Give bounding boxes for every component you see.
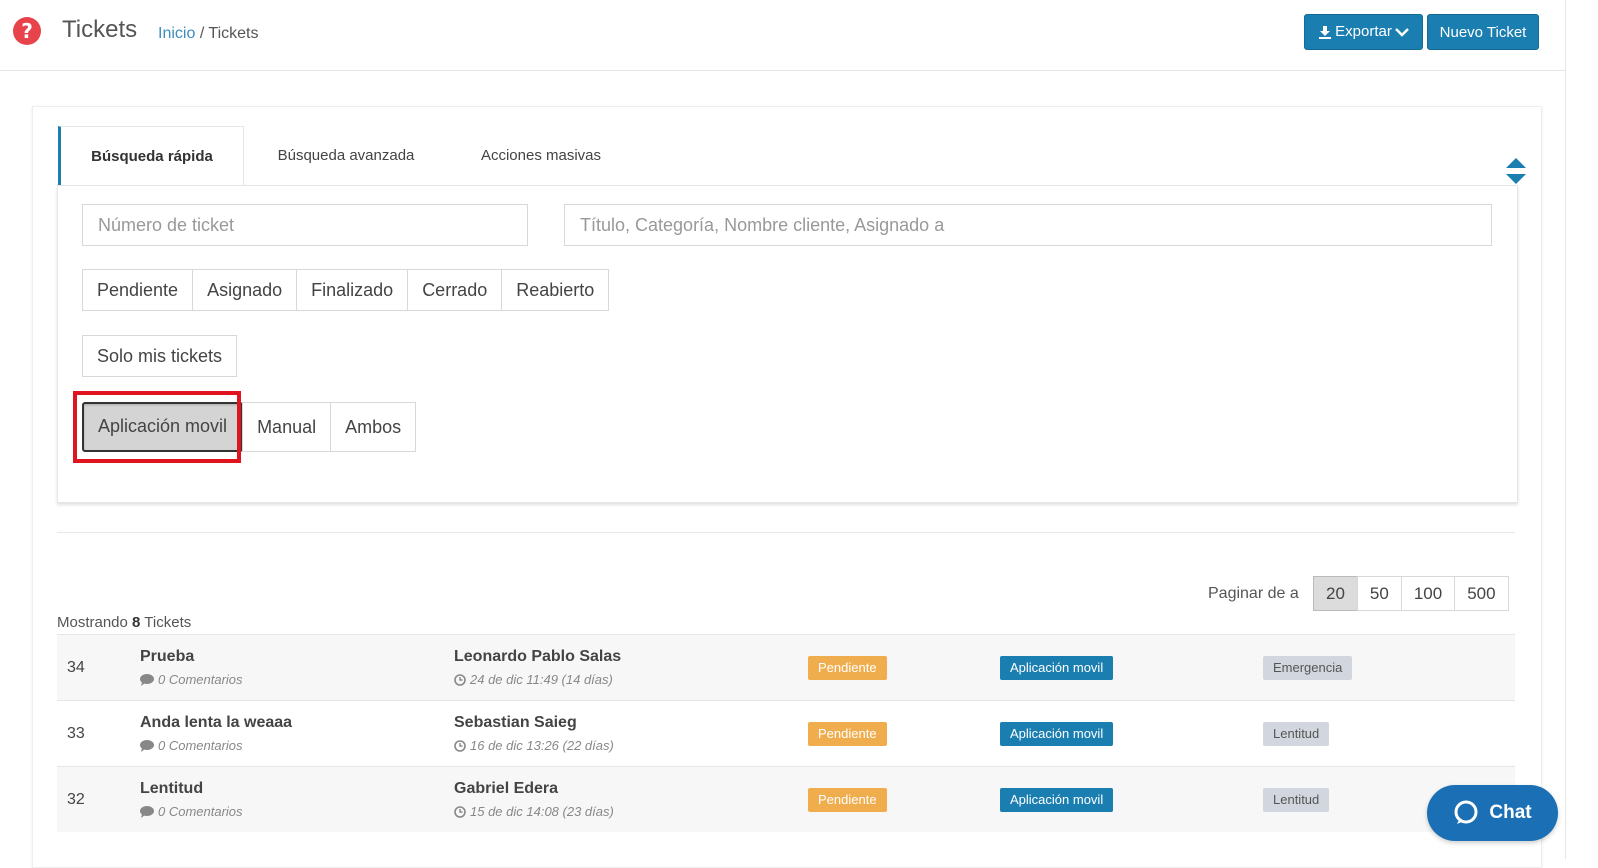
- tab-bulk-actions[interactable]: Acciones masivas: [466, 126, 616, 184]
- filter-manual-button[interactable]: Manual: [242, 402, 332, 452]
- ticket-comments: 0 Comentarios: [140, 738, 243, 753]
- date-text: 24 de dic 11:49 (14 días): [470, 672, 613, 687]
- status-badge: Pendiente: [808, 722, 887, 746]
- page-header: ? Tickets Inicio / Tickets Exportar Nuev…: [0, 0, 1566, 71]
- breadcrumb-current: Tickets: [208, 25, 259, 42]
- ticket-search-input[interactable]: Título, Categoría, Nombre cliente, Asign…: [564, 204, 1492, 246]
- ticket-comments: 0 Comentarios: [140, 672, 243, 687]
- ticket-client: Sebastian Saieg: [454, 714, 577, 731]
- chat-button[interactable]: Chat: [1427, 785, 1558, 841]
- breadcrumb: Inicio / Tickets: [158, 25, 259, 43]
- category-badge: Lentitud: [1263, 788, 1330, 812]
- page-size-500-button[interactable]: 500: [1454, 576, 1509, 611]
- mine-filter-group: Solo mis tickets: [82, 335, 238, 377]
- filter-closed-button[interactable]: Cerrado: [407, 269, 503, 311]
- status-badge: Pendiente: [808, 788, 887, 812]
- filter-mobile-app-button[interactable]: Aplicación movil: [82, 402, 244, 452]
- category-badge: Lentitud: [1263, 722, 1330, 746]
- section-divider: [57, 532, 1515, 533]
- ticket-date: 16 de dic 13:26 (22 días): [454, 738, 614, 753]
- status-filter-group: Pendiente Asignado Finalizado Cerrado Re…: [82, 269, 610, 311]
- ticket-title[interactable]: Lentitud: [140, 780, 203, 798]
- pagination-size-group: 20 50 100 500: [1313, 576, 1509, 611]
- export-label: Exportar: [1335, 23, 1392, 40]
- tab-advanced-search[interactable]: Búsqueda avanzada: [268, 126, 424, 184]
- download-icon: [1319, 26, 1332, 39]
- ticket-number-input[interactable]: Número de ticket: [82, 204, 528, 246]
- new-ticket-button[interactable]: Nuevo Ticket: [1427, 14, 1539, 50]
- ticket-client: Gabriel Edera: [454, 780, 559, 797]
- table-row[interactable]: 32 Lentitud 0 Comentarios Gabriel Edera …: [57, 766, 1515, 832]
- ticket-title[interactable]: Prueba: [140, 648, 194, 666]
- filter-assigned-button[interactable]: Asignado: [192, 269, 298, 311]
- breadcrumb-separator: /: [199, 25, 205, 42]
- clock-icon: [454, 673, 466, 686]
- ticket-id: 34: [67, 659, 85, 676]
- ticket-id: 32: [67, 791, 85, 808]
- page-size-50-button[interactable]: 50: [1356, 576, 1402, 611]
- ticket-date: 15 de dic 14:08 (23 días): [454, 804, 614, 819]
- chat-bubble-icon: [1454, 800, 1478, 824]
- date-text: 15 de dic 14:08 (23 días): [470, 804, 614, 819]
- comments-count: 0 Comentarios: [158, 804, 243, 819]
- comment-icon: [140, 805, 154, 818]
- ticket-comments: 0 Comentarios: [140, 804, 243, 819]
- origin-badge: Aplicación movil: [1000, 788, 1114, 812]
- page-title: Tickets: [62, 16, 138, 43]
- chat-label: Chat: [1489, 802, 1532, 823]
- filter-pending-button[interactable]: Pendiente: [82, 269, 194, 311]
- collapse-toggle-icon[interactable]: [1505, 156, 1527, 186]
- comment-icon: [140, 673, 154, 686]
- summary-suffix: Tickets: [144, 614, 192, 631]
- pagination-label: Paginar de a: [1208, 585, 1299, 602]
- export-button[interactable]: Exportar: [1304, 14, 1423, 50]
- filter-my-tickets-button[interactable]: Solo mis tickets: [82, 335, 238, 377]
- origin-badge: Aplicación movil: [1000, 722, 1114, 746]
- table-row[interactable]: 34 Prueba 0 Comentarios Leonardo Pablo S…: [57, 634, 1515, 700]
- page-scrollbar[interactable]: [1565, 0, 1598, 859]
- question-circle-icon: ?: [13, 17, 41, 45]
- comment-icon: [140, 739, 154, 752]
- origin-filter-group: Aplicación movil Manual Ambos: [82, 402, 417, 452]
- ticket-date: 24 de dic 11:49 (14 días): [454, 672, 613, 687]
- filter-both-button[interactable]: Ambos: [330, 402, 417, 452]
- comments-count: 0 Comentarios: [158, 738, 243, 753]
- comments-count: 0 Comentarios: [158, 672, 243, 687]
- ticket-id: 33: [67, 725, 85, 742]
- summary-prefix: Mostrando: [57, 614, 128, 631]
- clock-icon: [454, 739, 466, 752]
- ticket-title[interactable]: Anda lenta la weaaa: [140, 714, 292, 732]
- page-size-20-button[interactable]: 20: [1313, 576, 1358, 611]
- ticket-client: Leonardo Pablo Salas: [454, 648, 622, 665]
- filter-reopened-button[interactable]: Reabierto: [501, 269, 610, 311]
- date-text: 16 de dic 13:26 (22 días): [470, 738, 614, 753]
- summary-count: 8: [132, 614, 141, 631]
- ticket-list: 34 Prueba 0 Comentarios Leonardo Pablo S…: [57, 634, 1515, 832]
- breadcrumb-home-link[interactable]: Inicio: [158, 25, 195, 42]
- origin-badge: Aplicación movil: [1000, 656, 1114, 680]
- category-badge: Emergencia: [1263, 656, 1353, 680]
- results-summary: Mostrando 8 Tickets: [57, 614, 191, 631]
- tab-quick-search[interactable]: Búsqueda rápida: [58, 126, 244, 186]
- table-row[interactable]: 33 Anda lenta la weaaa 0 Comentarios Seb…: [57, 700, 1515, 766]
- clock-icon: [454, 805, 466, 818]
- page-size-100-button[interactable]: 100: [1400, 576, 1456, 611]
- quick-search-body: Número de ticket Título, Categoría, Nomb…: [57, 185, 1518, 503]
- chevron-down-icon: [1394, 28, 1409, 37]
- svg-text:?: ?: [21, 19, 33, 43]
- search-tabs: Búsqueda rápida Búsqueda avanzada Accion…: [58, 126, 1526, 186]
- filter-finished-button[interactable]: Finalizado: [296, 269, 409, 311]
- status-badge: Pendiente: [808, 656, 887, 680]
